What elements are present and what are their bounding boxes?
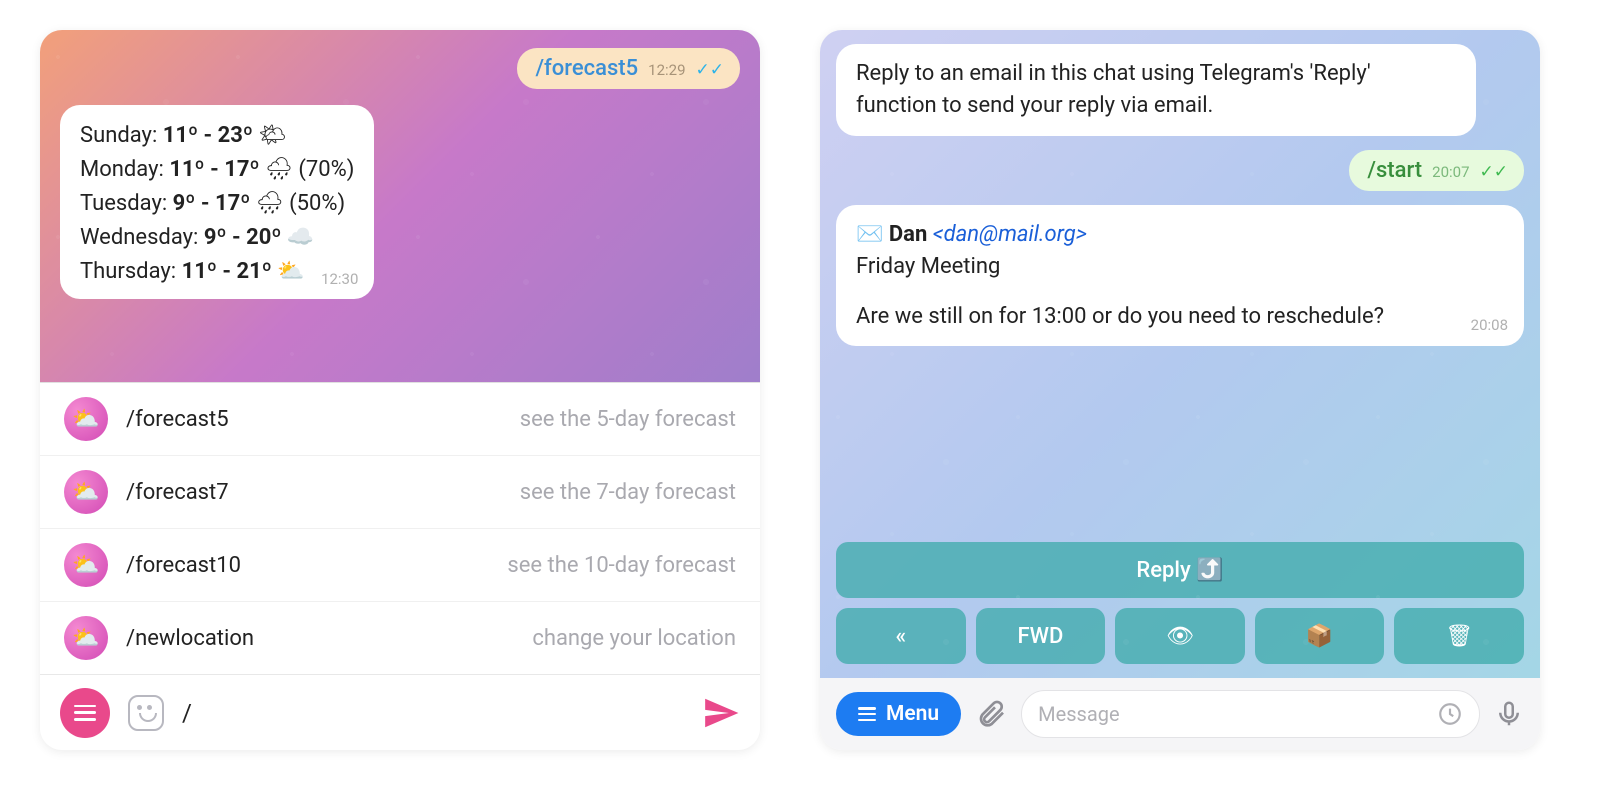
sticker-icon[interactable] [128,695,164,731]
command-description: see the 7-day forecast [520,480,736,505]
command-description: see the 10-day forecast [507,553,736,578]
email-from-addr: <dan@mail.org> [933,222,1087,247]
microphone-icon[interactable] [1494,699,1524,729]
forecast-day-row: Thursday: 11º - 21º ⛅ [80,255,354,289]
message-input[interactable]: / [182,699,684,727]
incoming-intro-message[interactable]: Reply to an email in this chat using Tel… [836,44,1476,136]
email-body: Are we still on for 13:00 or do you need… [856,301,1504,333]
chat-area: Reply to an email in this chat using Tel… [820,30,1540,678]
bot-avatar-icon: ⛅ [64,470,108,514]
weather-bot-panel: /forecast5 12:29 ✓✓ Sunday: 11º - 23º 🌤M… [40,30,760,750]
menu-label: Menu [886,702,939,726]
read-checks-icon: ✓✓ [696,60,725,80]
bot-avatar-icon: ⛅ [64,397,108,441]
menu-button[interactable]: Menu [836,692,961,736]
command-description: change your location [532,626,736,651]
forecast-day-row: Tuesday: 9º - 17º 🌧 (50%) [80,187,354,221]
attachment-icon[interactable] [975,698,1007,730]
forecast-day-row: Wednesday: 9º - 20º ☁️ [80,221,354,255]
command-name: /forecast5 [126,407,229,432]
command-suggestion[interactable]: ⛅ /forecast7 see the 7-day forecast [40,455,760,528]
command-description: see the 5-day forecast [520,407,736,432]
send-icon[interactable] [702,694,740,732]
forecast-day-row: Monday: 11º - 17º 🌧 (70%) [80,153,354,187]
email-subject: Friday Meeting [856,251,1504,283]
command-name: /newlocation [126,626,254,651]
command-name: /forecast7 [126,480,229,505]
bot-avatar-icon: ⛅ [64,543,108,587]
outgoing-message[interactable]: /forecast5 12:29 ✓✓ [517,48,740,89]
inline-keyboard: Reply ⤴️ «FWD👁📦🗑 [836,542,1524,664]
message-time: 20:08 [1471,315,1508,337]
email-from-line: ✉️ Dan <dan@mail.org> [856,219,1504,251]
command-suggestion-list: ⛅ /forecast5 see the 5-day forecast ⛅ /forec… [40,382,760,674]
email-from-name: Dan [889,222,927,247]
keyboard-button[interactable]: « [836,608,966,664]
command-name: /forecast10 [126,553,241,578]
input-placeholder: Message [1038,702,1427,726]
keyboard-button[interactable]: 👁 [1115,608,1245,664]
schedule-icon[interactable] [1437,701,1463,727]
incoming-forecast-message[interactable]: Sunday: 11º - 23º 🌤Monday: 11º - 17º 🌧 (… [60,105,374,299]
hamburger-icon [858,707,876,721]
commands-menu-button[interactable] [60,688,110,738]
message-text: Reply to an email in this chat using Tel… [856,61,1371,118]
command-suggestion[interactable]: ⛅ /forecast10 see the 10-day forecast [40,528,760,601]
keyboard-button-reply[interactable]: Reply ⤴️ [836,542,1524,598]
message-command: /start [1367,158,1422,183]
command-suggestion[interactable]: ⛅ /newlocation change your location [40,601,760,674]
chat-area: /forecast5 12:29 ✓✓ Sunday: 11º - 23º 🌤M… [40,30,760,382]
outgoing-message[interactable]: /start 20:07 ✓✓ [1349,150,1524,191]
envelope-icon: ✉️ [856,222,883,247]
command-suggestion[interactable]: ⛅ /forecast5 see the 5-day forecast [40,383,760,455]
message-input[interactable]: Message [1021,690,1480,738]
message-time: 20:07 [1432,163,1469,181]
keyboard-button[interactable]: 🗑 [1394,608,1524,664]
message-input-bar: / [40,674,760,750]
email-bot-panel: Reply to an email in this chat using Tel… [820,30,1540,750]
keyboard-button[interactable]: FWD [976,608,1106,664]
message-command: /forecast5 [535,56,638,81]
bot-avatar-icon: ⛅ [64,616,108,660]
read-checks-icon: ✓✓ [1480,162,1509,182]
incoming-email-message[interactable]: ✉️ Dan <dan@mail.org> Friday Meeting Are… [836,205,1524,347]
message-input-bar: Menu Message [820,678,1540,750]
message-time: 12:30 [321,268,358,291]
forecast-day-row: Sunday: 11º - 23º 🌤 [80,119,354,153]
message-time: 12:29 [648,61,685,79]
keyboard-button[interactable]: 📦 [1255,608,1385,664]
hamburger-icon [74,705,96,721]
